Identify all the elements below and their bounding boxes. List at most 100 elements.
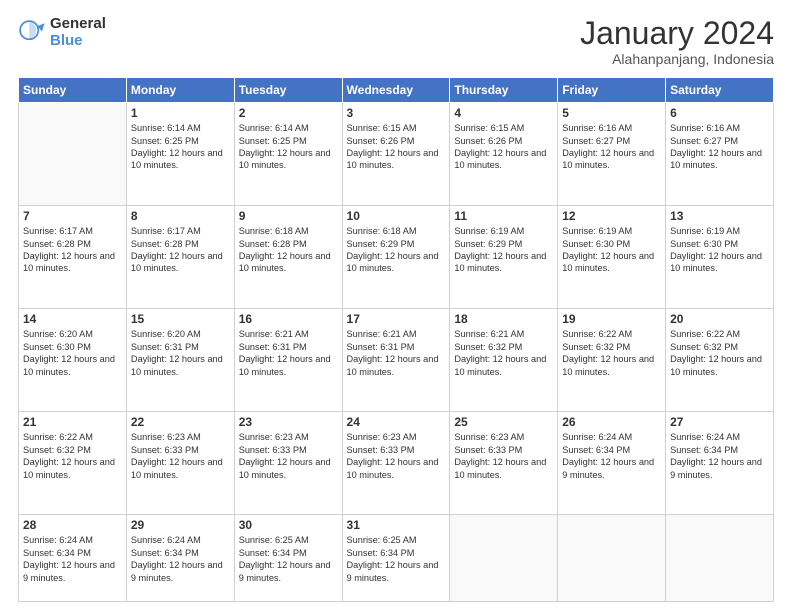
location-subtitle: Alahanpanjang, Indonesia: [580, 51, 774, 67]
cell-details: Sunrise: 6:19 AMSunset: 6:29 PMDaylight:…: [454, 225, 553, 275]
col-sunday: Sunday: [19, 78, 127, 103]
day-number: 18: [454, 312, 553, 326]
cell-details: Sunrise: 6:24 AMSunset: 6:34 PMDaylight:…: [131, 534, 230, 584]
calendar-week-row: 14 Sunrise: 6:20 AMSunset: 6:30 PMDayligh…: [19, 309, 774, 412]
col-wednesday: Wednesday: [342, 78, 450, 103]
table-row: 20Sunrise: 6:22 AMSunset: 6:32 PMDayligh…: [666, 309, 774, 412]
day-number: 8: [131, 209, 230, 223]
table-row: 16 Sunrise: 6:21 AMSunset: 6:31 PMDayligh…: [234, 309, 342, 412]
calendar-week-row: 7 Sunrise: 6:17 AMSunset: 6:28 PMDaylight…: [19, 206, 774, 309]
day-number: 24: [347, 415, 446, 429]
day-number: 25: [454, 415, 553, 429]
table-row: 25 Sunrise: 6:23 AMSunset: 6:33 PMDayligh…: [450, 412, 558, 515]
col-friday: Friday: [558, 78, 666, 103]
cell-details: Sunrise: 6:23 AMSunset: 6:33 PMDaylight:…: [454, 431, 553, 481]
day-number: 3: [347, 106, 446, 120]
logo-general-text: General: [50, 16, 106, 33]
logo-text: General Blue: [50, 16, 106, 49]
cell-details: Sunrise: 6:21 AMSunset: 6:31 PMDaylight:…: [239, 328, 338, 378]
cell-details: Sunrise: 6:16 AMSunset: 6:27 PMDaylight:…: [670, 122, 769, 172]
table-row: 8 Sunrise: 6:17 AMSunset: 6:28 PMDaylight…: [126, 206, 234, 309]
cell-details: Sunrise: 6:20 AMSunset: 6:31 PMDaylight:…: [131, 328, 230, 378]
cell-details: Sunrise: 6:17 AMSunset: 6:28 PMDaylight:…: [23, 225, 122, 275]
table-row: 29 Sunrise: 6:24 AMSunset: 6:34 PMDayligh…: [126, 515, 234, 602]
table-row: 19Sunrise: 6:22 AMSunset: 6:32 PMDayligh…: [558, 309, 666, 412]
cell-details: Sunrise: 6:18 AMSunset: 6:28 PMDaylight:…: [239, 225, 338, 275]
cell-details: Sunrise: 6:23 AMSunset: 6:33 PMDaylight:…: [347, 431, 446, 481]
cell-details: Sunrise: 6:25 AMSunset: 6:34 PMDaylight:…: [347, 534, 446, 584]
day-number: 9: [239, 209, 338, 223]
cell-details: Sunrise: 6:18 AMSunset: 6:29 PMDaylight:…: [347, 225, 446, 275]
cell-details: Sunrise: 6:15 AMSunset: 6:26 PMDaylight:…: [454, 122, 553, 172]
day-number: 27: [670, 415, 769, 429]
col-thursday: Thursday: [450, 78, 558, 103]
day-number: 17: [347, 312, 446, 326]
calendar-header-row: Sunday Monday Tuesday Wednesday Thursday…: [19, 78, 774, 103]
cell-details: Sunrise: 6:15 AMSunset: 6:26 PMDaylight:…: [347, 122, 446, 172]
cell-details: Sunrise: 6:21 AMSunset: 6:31 PMDaylight:…: [347, 328, 446, 378]
day-number: 16: [239, 312, 338, 326]
table-row: 30Sunrise: 6:25 AMSunset: 6:34 PMDayligh…: [234, 515, 342, 602]
day-number: 29: [131, 518, 230, 532]
cell-details: Sunrise: 6:23 AMSunset: 6:33 PMDaylight:…: [131, 431, 230, 481]
table-row: 9 Sunrise: 6:18 AMSunset: 6:28 PMDaylight…: [234, 206, 342, 309]
table-row: 21 Sunrise: 6:22 AMSunset: 6:32 PMDayligh…: [19, 412, 127, 515]
cell-details: Sunrise: 6:19 AMSunset: 6:30 PMDaylight:…: [562, 225, 661, 275]
day-number: 15: [131, 312, 230, 326]
day-number: 13: [670, 209, 769, 223]
cell-details: Sunrise: 6:20 AMSunset: 6:30 PMDaylight:…: [23, 328, 122, 378]
table-row: [558, 515, 666, 602]
day-number: 21: [23, 415, 122, 429]
table-row: 27 Sunrise: 6:24 AMSunset: 6:34 PMDayligh…: [666, 412, 774, 515]
table-row: 2Sunrise: 6:14 AMSunset: 6:25 PMDaylight…: [234, 103, 342, 206]
day-number: 4: [454, 106, 553, 120]
table-row: 5 Sunrise: 6:16 AMSunset: 6:27 PMDaylight…: [558, 103, 666, 206]
table-row: 4 Sunrise: 6:15 AMSunset: 6:26 PMDaylight…: [450, 103, 558, 206]
logo-blue-text: Blue: [50, 33, 106, 50]
table-row: 3 Sunrise: 6:15 AMSunset: 6:26 PMDaylight…: [342, 103, 450, 206]
table-row: 24 Sunrise: 6:23 AMSunset: 6:33 PMDayligh…: [342, 412, 450, 515]
title-block: January 2024 Alahanpanjang, Indonesia: [580, 16, 774, 67]
day-number: 28: [23, 518, 122, 532]
table-row: [19, 103, 127, 206]
table-row: 15 Sunrise: 6:20 AMSunset: 6:31 PMDayligh…: [126, 309, 234, 412]
month-title: January 2024: [580, 16, 774, 51]
day-number: 6: [670, 106, 769, 120]
cell-details: Sunrise: 6:24 AMSunset: 6:34 PMDaylight:…: [670, 431, 769, 481]
table-row: 7 Sunrise: 6:17 AMSunset: 6:28 PMDaylight…: [19, 206, 127, 309]
day-number: 2: [239, 106, 338, 120]
col-saturday: Saturday: [666, 78, 774, 103]
cell-details: Sunrise: 6:25 AMSunset: 6:34 PMDaylight:…: [239, 534, 338, 584]
logo: General Blue: [18, 16, 106, 49]
calendar-week-row: 28 Sunrise: 6:24 AMSunset: 6:34 PMDayligh…: [19, 515, 774, 602]
page: General Blue January 2024 Alahanpanjang,…: [0, 0, 792, 612]
day-number: 31: [347, 518, 446, 532]
day-number: 5: [562, 106, 661, 120]
cell-details: Sunrise: 6:16 AMSunset: 6:27 PMDaylight:…: [562, 122, 661, 172]
table-row: 18Sunrise: 6:21 AMSunset: 6:32 PMDayligh…: [450, 309, 558, 412]
table-row: 22Sunrise: 6:23 AMSunset: 6:33 PMDayligh…: [126, 412, 234, 515]
day-number: 11: [454, 209, 553, 223]
cell-details: Sunrise: 6:17 AMSunset: 6:28 PMDaylight:…: [131, 225, 230, 275]
day-number: 12: [562, 209, 661, 223]
calendar-week-row: 1 Sunrise: 6:14 AMSunset: 6:25 PMDaylight…: [19, 103, 774, 206]
table-row: 17 Sunrise: 6:21 AMSunset: 6:31 PMDayligh…: [342, 309, 450, 412]
cell-details: Sunrise: 6:22 AMSunset: 6:32 PMDaylight:…: [23, 431, 122, 481]
table-row: 23Sunrise: 6:23 AMSunset: 6:33 PMDayligh…: [234, 412, 342, 515]
table-row: 13Sunrise: 6:19 AMSunset: 6:30 PMDayligh…: [666, 206, 774, 309]
col-tuesday: Tuesday: [234, 78, 342, 103]
cell-details: Sunrise: 6:22 AMSunset: 6:32 PMDaylight:…: [562, 328, 661, 378]
day-number: 20: [670, 312, 769, 326]
table-row: 12 Sunrise: 6:19 AMSunset: 6:30 PMDayligh…: [558, 206, 666, 309]
cell-details: Sunrise: 6:14 AMSunset: 6:25 PMDaylight:…: [131, 122, 230, 172]
day-number: 26: [562, 415, 661, 429]
table-row: 28Sunrise: 6:24 AMSunset: 6:34 PMDayligh…: [19, 515, 127, 602]
calendar-week-row: 21 Sunrise: 6:22 AMSunset: 6:32 PMDayligh…: [19, 412, 774, 515]
day-number: 1: [131, 106, 230, 120]
day-number: 23: [239, 415, 338, 429]
day-number: 7: [23, 209, 122, 223]
day-number: 10: [347, 209, 446, 223]
col-monday: Monday: [126, 78, 234, 103]
day-number: 14: [23, 312, 122, 326]
table-row: [450, 515, 558, 602]
